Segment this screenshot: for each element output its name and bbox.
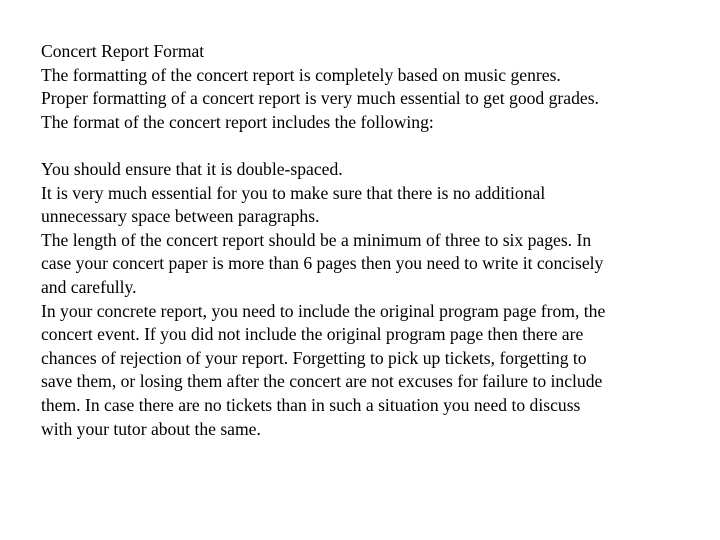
body-line: chances of rejection of your report. For… xyxy=(41,347,587,368)
body-line: unnecessary space between paragraphs. xyxy=(41,206,320,227)
document-title: Concert Report Format xyxy=(41,41,205,61)
body-line: In your concrete report, you need to inc… xyxy=(41,300,606,321)
body-line: The length of the concert report should … xyxy=(41,229,592,250)
intro-line: The format of the concert report include… xyxy=(41,111,434,132)
body-line: concert event. If you did not include th… xyxy=(41,324,584,345)
body-line: It is very much essential for you to mak… xyxy=(41,182,546,203)
body-line: case your concert paper is more than 6 p… xyxy=(41,253,604,274)
body-line: and carefully. xyxy=(41,276,137,297)
document-page: Concert Report Format The formatting of … xyxy=(41,40,701,441)
body-line: with your tutor about the same. xyxy=(41,418,261,439)
body-line: save them, or losing them after the conc… xyxy=(41,371,603,392)
intro-line: The formatting of the concert report is … xyxy=(41,64,561,85)
intro-line: Proper formatting of a concert report is… xyxy=(41,88,599,109)
body-line: them. In case there are no tickets than … xyxy=(41,394,581,415)
body-line: You should ensure that it is double-spac… xyxy=(41,158,343,179)
